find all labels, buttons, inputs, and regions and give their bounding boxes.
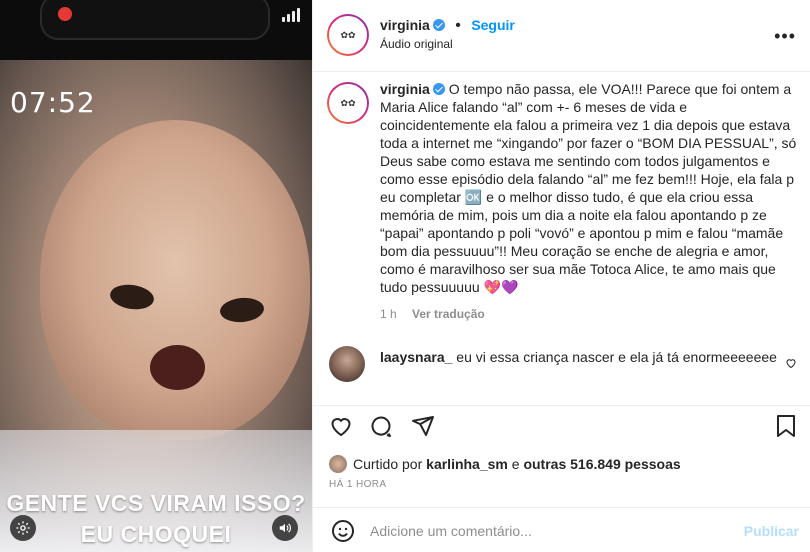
liker-avatar[interactable] bbox=[329, 455, 347, 473]
add-comment-bar: Adicione um comentário... Publicar bbox=[313, 507, 810, 552]
record-indicator-icon bbox=[58, 7, 72, 21]
liked-by-prefix: Curtido por bbox=[353, 456, 423, 472]
post-caption: virginia O tempo não passa, ele VOA!!! P… bbox=[380, 80, 800, 296]
emoji-smiley-icon[interactable] bbox=[331, 519, 355, 548]
share-paper-plane-icon[interactable] bbox=[411, 414, 435, 443]
liker-username[interactable]: karlinha_sm bbox=[426, 456, 508, 472]
likes-count-link[interactable]: outras 516.849 pessoas bbox=[523, 456, 680, 472]
post-time-ago[interactable]: HÁ 1 HORA bbox=[329, 479, 387, 490]
caption-meta: 1 h Ver tradução bbox=[380, 307, 485, 321]
caption-time: 1 h bbox=[380, 307, 397, 321]
time-overlay: 07:52 bbox=[10, 86, 96, 119]
post-media-video[interactable]: 07:52 GENTE VCS VIRAM ISSO? EU CHOQUEI bbox=[0, 0, 312, 552]
liked-by-conjunction: e bbox=[511, 456, 520, 472]
signal-icon bbox=[282, 8, 300, 22]
audio-label[interactable]: Áudio original bbox=[380, 37, 453, 51]
follow-button[interactable]: Seguir bbox=[471, 17, 515, 33]
comment: laaysnara_ eu vi essa criança nascer e e… bbox=[380, 348, 780, 367]
commenter-username[interactable]: laaysnara_ bbox=[380, 349, 452, 365]
post-details-panel: ✿✿ virginia • Seguir Áudio original ••• … bbox=[312, 0, 810, 552]
comment-input[interactable]: Adicione um comentário... bbox=[370, 523, 532, 539]
header-username[interactable]: virginia bbox=[380, 17, 430, 33]
baby-face-image bbox=[40, 120, 310, 440]
phone-status-bar bbox=[0, 0, 312, 60]
commenter-avatar[interactable] bbox=[329, 346, 365, 382]
like-heart-icon[interactable] bbox=[329, 414, 353, 443]
likes-summary: Curtido por karlinha_sm e outras 516.849… bbox=[329, 455, 681, 473]
caption-avatar[interactable]: ✿✿ bbox=[327, 82, 369, 124]
translate-button[interactable]: Ver tradução bbox=[412, 307, 485, 321]
baby-mouth-image bbox=[150, 345, 205, 390]
comment-text: eu vi essa criança nascer e ela já tá en… bbox=[456, 349, 777, 365]
comments-section: ✿✿ virginia O tempo não passa, ele VOA!!… bbox=[313, 72, 810, 405]
video-caption-line1: GENTE VCS VIRAM ISSO? bbox=[6, 490, 306, 516]
gear-icon[interactable] bbox=[10, 515, 36, 541]
more-options-icon[interactable]: ••• bbox=[774, 26, 796, 47]
speaker-icon[interactable] bbox=[272, 515, 298, 541]
save-bookmark-icon[interactable] bbox=[775, 414, 797, 443]
action-bar bbox=[313, 405, 810, 445]
profile-avatar[interactable]: ✿✿ bbox=[327, 14, 369, 56]
comment-bubble-icon[interactable] bbox=[369, 414, 393, 443]
caption-text: O tempo não passa, ele VOA!!! Parece que… bbox=[380, 81, 797, 295]
comment-like-heart-icon[interactable] bbox=[785, 356, 797, 374]
recording-pill bbox=[40, 0, 270, 40]
caption-username[interactable]: virginia bbox=[380, 81, 430, 97]
verified-badge-icon bbox=[432, 83, 445, 95]
verified-badge-icon bbox=[432, 19, 445, 31]
post-header: ✿✿ virginia • Seguir Áudio original ••• bbox=[313, 0, 810, 72]
video-caption-line2: EU CHOQUEI bbox=[80, 521, 232, 547]
publish-button[interactable]: Publicar bbox=[744, 523, 799, 539]
